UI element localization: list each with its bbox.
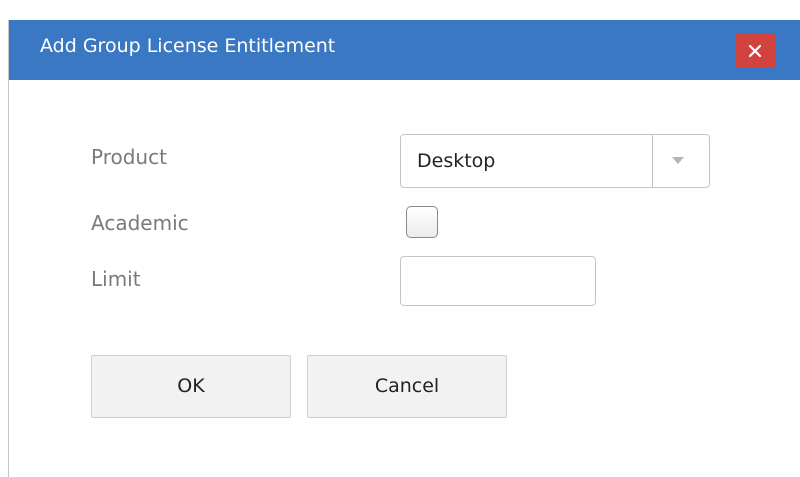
product-label: Product [91, 145, 167, 169]
dialog-title: Add Group License Entitlement [40, 35, 336, 57]
select-divider [652, 135, 653, 187]
cancel-button[interactable]: Cancel [307, 355, 507, 418]
close-icon [749, 45, 761, 57]
academic-checkbox[interactable] [406, 206, 438, 238]
product-select-value: Desktop [417, 150, 496, 172]
ok-button[interactable]: OK [91, 355, 291, 418]
product-select[interactable]: Desktop [400, 134, 710, 188]
dialog-titlebar: Add Group License Entitlement [9, 20, 800, 80]
close-button[interactable] [735, 34, 775, 68]
limit-input[interactable] [400, 256, 596, 306]
limit-label: Limit [91, 267, 141, 291]
add-group-license-dialog: Add Group License Entitlement Product De… [8, 20, 800, 477]
academic-label: Academic [91, 211, 189, 235]
chevron-down-icon [672, 157, 684, 164]
